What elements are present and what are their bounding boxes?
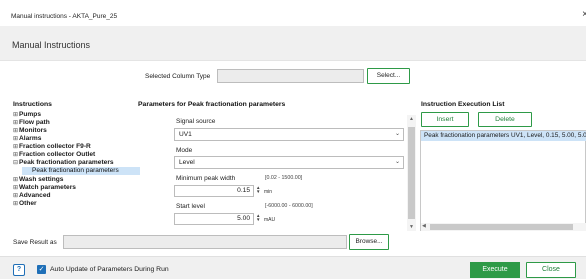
tree-item-monitors[interactable]: ⊞Monitors <box>13 127 47 135</box>
execution-list[interactable] <box>420 130 586 231</box>
tree-item-alarms[interactable]: ⊞Alarms <box>13 135 41 143</box>
chevron-down-icon: ⌄ <box>394 131 400 137</box>
tree-item-pumps[interactable]: ⊞Pumps <box>13 111 41 119</box>
tree-item-fraction-collector-f9r[interactable]: ⊞Fraction collector F9-R <box>13 143 91 151</box>
min-peak-width-range: [0.02 - 1500.00] <box>265 175 303 181</box>
window-title: Manual instructions - AKTA_Pure_25 <box>11 13 118 20</box>
tree-item-peak-fractionation[interactable]: ⊟Peak fractionation parameters <box>13 159 114 167</box>
tree-item-fraction-collector-outlet[interactable]: ⊞Fraction collector Outlet <box>13 151 95 159</box>
start-level-unit: mAU <box>264 217 276 223</box>
scroll-left-icon[interactable]: ◀ <box>422 223 426 229</box>
selected-column-type-label: Selected Column Type <box>145 73 211 80</box>
tree-item-watch-parameters[interactable]: ⊞Watch parameters <box>13 184 76 192</box>
close-window-icon[interactable]: × <box>582 9 586 20</box>
select-column-button[interactable]: Select... <box>367 68 410 84</box>
save-result-label: Save Result as <box>13 239 57 246</box>
start-level-stepper[interactable]: ▲ ▼ <box>256 213 262 222</box>
tree-item-wash-settings[interactable]: ⊞Wash settings <box>13 176 63 184</box>
auto-update-label[interactable]: Auto Update of Parameters During Run <box>50 266 169 273</box>
mode-label: Mode <box>176 147 193 154</box>
min-peak-width-stepper[interactable]: ▲ ▼ <box>256 185 262 194</box>
min-peak-width-unit: min <box>264 189 273 195</box>
parameters-heading: Parameters for Peak fractionation parame… <box>138 101 286 108</box>
signal-source-label: Signal source <box>176 118 216 125</box>
mode-select[interactable]: Level ⌄ <box>174 156 404 169</box>
tree-child-peak-fractionation-selected[interactable]: Peak fractionation parameters <box>22 167 140 175</box>
scrollbar-thumb[interactable] <box>408 127 415 219</box>
auto-update-checkbox[interactable]: ✓ <box>37 265 46 274</box>
execute-button[interactable]: Execute <box>470 262 520 278</box>
instructions-heading: Instructions <box>13 101 52 108</box>
tree-item-advanced[interactable]: ⊞Advanced <box>13 192 51 200</box>
save-result-field[interactable] <box>63 235 347 249</box>
start-level-input[interactable]: 5.00 <box>174 213 254 225</box>
parameters-scrollbar[interactable]: ▲ ▼ <box>407 115 416 231</box>
execution-list-item[interactable]: Peak fractionation parameters UV1, Level… <box>421 131 586 141</box>
tree-item-flow-path[interactable]: ⊞Flow path <box>13 119 50 127</box>
scrollbar-thumb[interactable] <box>430 224 573 230</box>
chevron-down-icon: ⌄ <box>394 159 400 165</box>
close-button[interactable]: Close <box>526 262 576 278</box>
delete-button[interactable]: Delete <box>478 112 532 127</box>
execution-list-heading: Instruction Execution List <box>421 101 505 108</box>
insert-button[interactable]: Insert <box>421 112 469 127</box>
min-peak-width-input[interactable]: 0.15 <box>174 185 254 197</box>
start-level-range: [-6000.00 - 6000.00] <box>265 203 313 209</box>
browse-button[interactable]: Browse... <box>349 234 389 250</box>
scroll-up-icon[interactable]: ▲ <box>407 116 416 122</box>
tree-item-other[interactable]: ⊞Other <box>13 200 37 208</box>
start-level-label: Start level <box>176 203 205 210</box>
min-peak-width-label: Minimum peak width <box>176 175 236 182</box>
page-title: Manual Instructions <box>12 40 91 50</box>
execution-list-hscrollbar[interactable]: ◀ <box>421 223 586 231</box>
selected-column-type-field <box>217 69 364 83</box>
scroll-down-icon[interactable]: ▼ <box>407 224 416 230</box>
signal-source-select[interactable]: UV1 ⌄ <box>174 128 404 141</box>
help-icon[interactable]: ? <box>13 264 25 276</box>
